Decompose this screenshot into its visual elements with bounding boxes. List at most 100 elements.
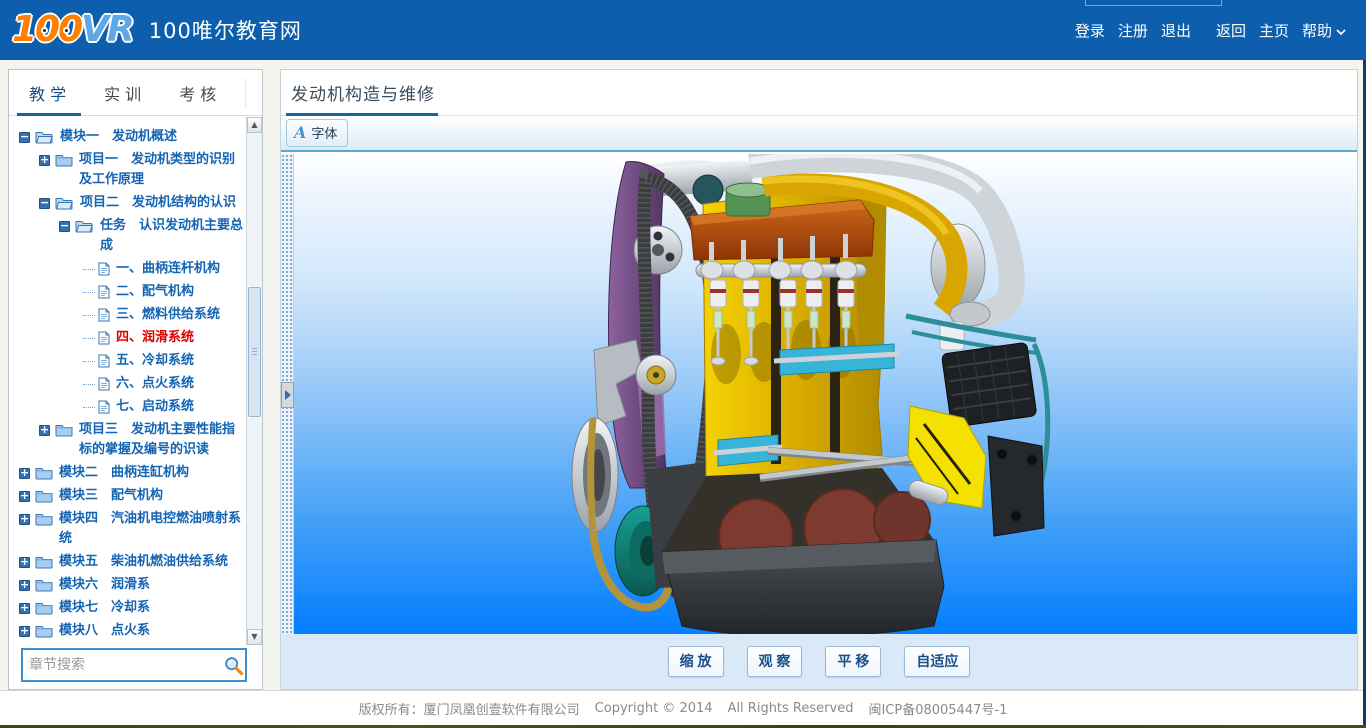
tree-item[interactable]: 三、燃料供给系统 [9,305,245,325]
tree-item[interactable]: 七、启动系统 [9,397,245,417]
folder-icon [35,489,53,503]
expander-minus-icon[interactable]: − [19,132,30,143]
tree-connector-line [83,269,95,270]
sidebar-tabs: 教 学实 训考 核 [9,70,262,116]
folder-open-icon [55,196,74,210]
site-title: 100唯尔教育网 [149,15,302,45]
folder-icon [35,555,53,569]
pan-button[interactable]: 平 移 [825,646,881,677]
tree-connector-line [83,292,95,293]
expander-plus-icon[interactable]: + [19,491,30,502]
active-tab-underline [17,113,81,116]
tree-item-label: 模块一 发动机概述 [60,127,177,147]
tree-item-label: 六、点火系统 [116,374,194,394]
tree-item[interactable]: +项目三 发动机主要性能指标的掌握及编号的识读 [9,420,245,460]
font-button[interactable]: A 字体 [286,119,348,147]
nav-link-label: 帮助 [1302,20,1332,41]
tree-item-label: 任务 认识发动机主要总成 [100,216,245,256]
expander-plus-icon[interactable]: + [19,514,30,525]
tabs-separator [245,78,246,107]
tree-item[interactable]: + 模块八 点火系 [9,621,245,641]
nav-link-login[interactable]: 登录 [1075,20,1105,41]
tree-item[interactable]: 六、点火系统 [9,374,245,394]
nav-link-help[interactable]: 帮助 [1302,20,1346,41]
zoom-button[interactable]: 缩 放 [668,646,724,677]
collapse-sidebar-button[interactable] [281,382,294,408]
tree-item-label: 模块八 点火系 [59,621,150,641]
expander-plus-icon[interactable]: + [39,425,50,436]
tree-item[interactable]: +模块九 发动机总成吊装 [9,644,245,645]
tab-training[interactable]: 实 训 [104,81,141,105]
scroll-up-arrow-icon[interactable]: ▲ [247,117,262,133]
engine-3d-viewer[interactable] [294,154,1357,634]
panel-splitter[interactable] [281,154,294,634]
font-button-label: 字体 [311,123,337,142]
doc-icon [98,285,110,299]
logo-vr: VR [81,9,133,50]
folder-icon [55,153,73,167]
tree-item[interactable]: +模块五 柴油机燃油供给系统 [9,552,245,572]
tree-item[interactable]: −项目二 发动机结构的认识 [9,193,245,213]
expander-plus-icon[interactable]: + [39,155,50,166]
fit-button[interactable]: 自适应 [904,646,970,677]
tree-item[interactable]: + 模块三 配气机构 [9,486,245,506]
doc-icon [98,354,110,368]
tab-teaching[interactable]: 教 学 [29,81,66,105]
tree-item[interactable]: +模块七 冷却系 [9,598,245,618]
tree-item[interactable]: 一、曲柄连杆机构 [9,259,245,279]
tree-scrollbar[interactable]: ▲ ▼ [246,117,262,645]
tree-item-label: 五、冷却系统 [116,351,194,371]
chapter-search-box [21,648,247,682]
expander-plus-icon[interactable]: + [19,580,30,591]
font-a-icon: A [294,125,306,141]
expander-minus-icon[interactable]: − [59,221,70,232]
tree-item[interactable]: + 模块二 曲柄连缸机构 [9,463,245,483]
site-logo[interactable]: 100VR [12,12,133,48]
nav-link-logout[interactable]: 退出 [1161,20,1191,41]
folder-icon [35,512,53,526]
tree-item[interactable]: +模块四 汽油机电控燃油喷射系统 [9,509,245,549]
nav-link-back[interactable]: 返回 [1216,20,1246,41]
folder-open-icon [35,130,54,144]
observe-button[interactable]: 观 察 [747,646,803,677]
nav-link-label: 返回 [1216,20,1246,41]
expander-plus-icon[interactable]: + [19,468,30,479]
expander-plus-icon[interactable]: + [19,557,30,568]
doc-icon [98,308,110,322]
tree-item-label: 模块三 配气机构 [59,486,163,506]
folder-icon [55,423,73,437]
scroll-down-arrow-icon[interactable]: ▼ [247,629,262,645]
search-input[interactable] [23,657,221,673]
tree-item[interactable]: 二、配气机构 [9,282,245,302]
footer-text: All Rights Reserved [728,701,854,716]
course-sidebar-panel: 教 学 实 训 考 核 − 模块一 发动机概述 + 项目一 发动机类型的识别及工作原理 −项… [8,69,263,690]
tree-item-label: 模块二 曲柄连缸机构 [59,463,189,483]
tree-item[interactable]: − 任务 认识发动机主要总成 [9,216,245,256]
tree-item-label: 项目一 发动机类型的识别及工作原理 [79,150,245,190]
expander-minus-icon[interactable]: − [39,198,50,209]
tree-item[interactable]: 四、润滑系统 [9,328,245,348]
thumb-grip [252,348,257,356]
tree-item[interactable]: + 项目一 发动机类型的识别及工作原理 [9,150,245,190]
expander-plus-icon[interactable]: + [19,603,30,614]
folder-icon [35,578,53,592]
content-panel: 发动机构造与维修 A 字体 [280,69,1358,690]
scrollbar-thumb[interactable] [248,287,261,417]
tree-item[interactable]: 五、冷却系统 [9,351,245,371]
expander-plus-icon[interactable]: + [19,626,30,637]
content-tab-title[interactable]: 发动机构造与维修 [291,80,435,105]
engine-model-illustration [294,154,1357,634]
search-icon[interactable] [221,655,245,676]
viewer-control-bar: 缩 放观 察平 移自适应 [281,634,1357,689]
footer-text: Copyright © 2014 [595,701,713,716]
tree-item[interactable]: +模块六 润滑系 [9,575,245,595]
logo-eye-icon [63,27,70,34]
nav-link-home[interactable]: 主页 [1259,20,1289,41]
tab-assessment[interactable]: 考 核 [179,81,216,105]
top-header-bar: 100VR 100唯尔教育网 登录注册退出 返回主页帮助 [0,0,1366,60]
footer-text: 闽ICP备08005447号-1 [868,699,1007,718]
tree-item[interactable]: − 模块一 发动机概述 [9,127,245,147]
nav-link-register[interactable]: 注册 [1118,20,1148,41]
tree-item-label: 三、燃料供给系统 [116,305,220,325]
tree-item-label: 四、润滑系统 [116,328,194,348]
